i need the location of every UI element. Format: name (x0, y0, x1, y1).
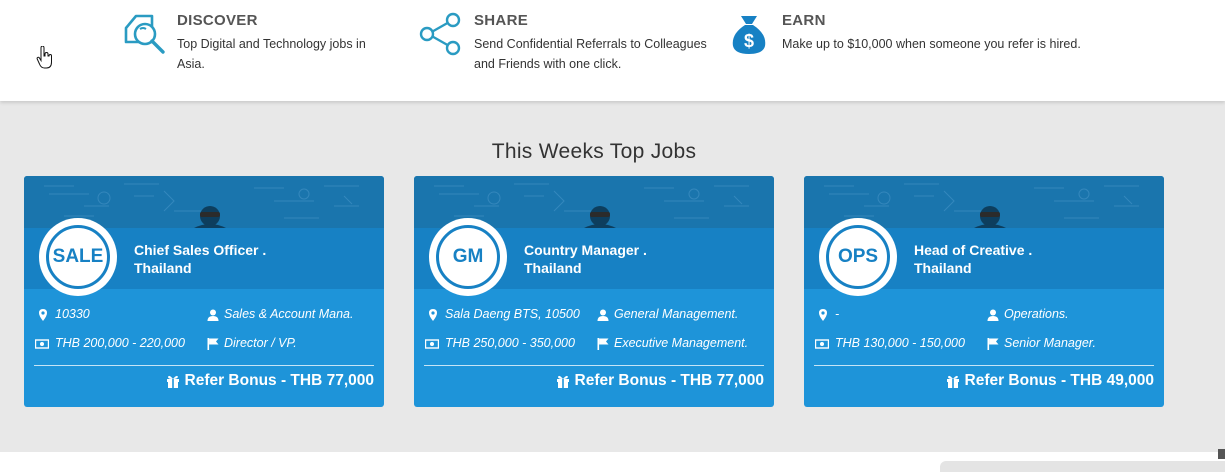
search-document-icon (124, 14, 165, 54)
hand-cursor-icon (36, 46, 52, 69)
user-icon (987, 309, 999, 321)
job-title[interactable]: Country Manager . (524, 242, 647, 258)
job-card[interactable]: GM Country Manager . Thailand Sala Daeng… (414, 176, 774, 407)
refer-bonus-text: Refer Bonus - THB 77,000 (184, 372, 375, 389)
job-location: Thailand (134, 260, 192, 276)
job-card[interactable]: OPS Head of Creative . Thailand - Operat… (804, 176, 1164, 407)
job-level: Director / VP. (224, 336, 297, 350)
job-address: - (835, 307, 840, 321)
feature-text: Make up to $10,000 when someone you refe… (782, 37, 1081, 51)
gift-icon (556, 375, 569, 388)
flag-icon (987, 338, 999, 350)
horizontal-scrollbar[interactable] (940, 461, 1225, 472)
map-marker-icon (39, 309, 47, 321)
refer-bonus[interactable]: Refer Bonus - THB 77,000 (556, 372, 765, 390)
money-icon (425, 339, 439, 349)
job-level: Senior Manager. (1004, 336, 1096, 350)
section-title: This Weeks Top Jobs (491, 140, 697, 163)
feature-text: Send Confidential Referrals to Colleague… (474, 37, 707, 71)
logo-text: OPS (826, 225, 890, 289)
job-level: Executive Management. (614, 336, 749, 350)
job-category: Operations. (1004, 307, 1069, 321)
logo-text: GM (436, 225, 500, 289)
refer-bonus-text: Refer Bonus - THB 77,000 (574, 372, 765, 389)
card-divider (34, 365, 374, 366)
flag-icon (207, 338, 219, 350)
refer-bonus-text: Refer Bonus - THB 49,000 (964, 372, 1155, 389)
job-address: Sala Daeng BTS, 10500 (445, 307, 580, 321)
job-salary: THB 250,000 - 350,000 (445, 336, 575, 350)
feature-title: EARN (782, 12, 826, 29)
user-icon (597, 309, 609, 321)
company-logo: GM (429, 218, 507, 296)
job-location: Thailand (914, 260, 972, 276)
map-marker-icon (429, 309, 437, 321)
card-divider (424, 365, 764, 366)
gift-icon (166, 375, 179, 388)
money-bag-icon: $ (732, 16, 766, 54)
refer-bonus[interactable]: Refer Bonus - THB 49,000 (946, 372, 1155, 390)
flag-icon (597, 338, 609, 350)
job-category: General Management. (614, 307, 739, 321)
job-salary: THB 130,000 - 150,000 (835, 336, 965, 350)
feature-title: DISCOVER (177, 12, 258, 29)
money-icon (35, 339, 49, 349)
features-band: DISCOVER Top Digital and Technology jobs… (0, 0, 1225, 101)
user-icon (207, 309, 219, 321)
money-icon (815, 339, 829, 349)
map-marker-icon (819, 309, 827, 321)
job-title[interactable]: Head of Creative . (914, 242, 1032, 258)
refer-bonus[interactable]: Refer Bonus - THB 77,000 (166, 372, 375, 390)
job-salary: THB 200,000 - 220,000 (55, 336, 185, 350)
share-icon (419, 12, 461, 56)
job-card[interactable]: SALE Chief Sales Officer . Thailand 1033… (24, 176, 384, 407)
feature-text: Top Digital and Technology jobs in Asia. (177, 37, 366, 71)
job-category: Sales & Account Mana. (224, 307, 354, 321)
company-logo: SALE (39, 218, 117, 296)
card-divider (814, 365, 1154, 366)
logo-text: SALE (46, 225, 110, 289)
job-title[interactable]: Chief Sales Officer . (134, 242, 266, 258)
job-address: 10330 (55, 307, 90, 321)
svg-text:$: $ (744, 31, 754, 51)
feature-title: SHARE (474, 12, 529, 29)
job-location: Thailand (524, 260, 582, 276)
company-logo: OPS (819, 218, 897, 296)
gift-icon (946, 375, 959, 388)
scrollbar-handle[interactable] (1218, 449, 1225, 459)
